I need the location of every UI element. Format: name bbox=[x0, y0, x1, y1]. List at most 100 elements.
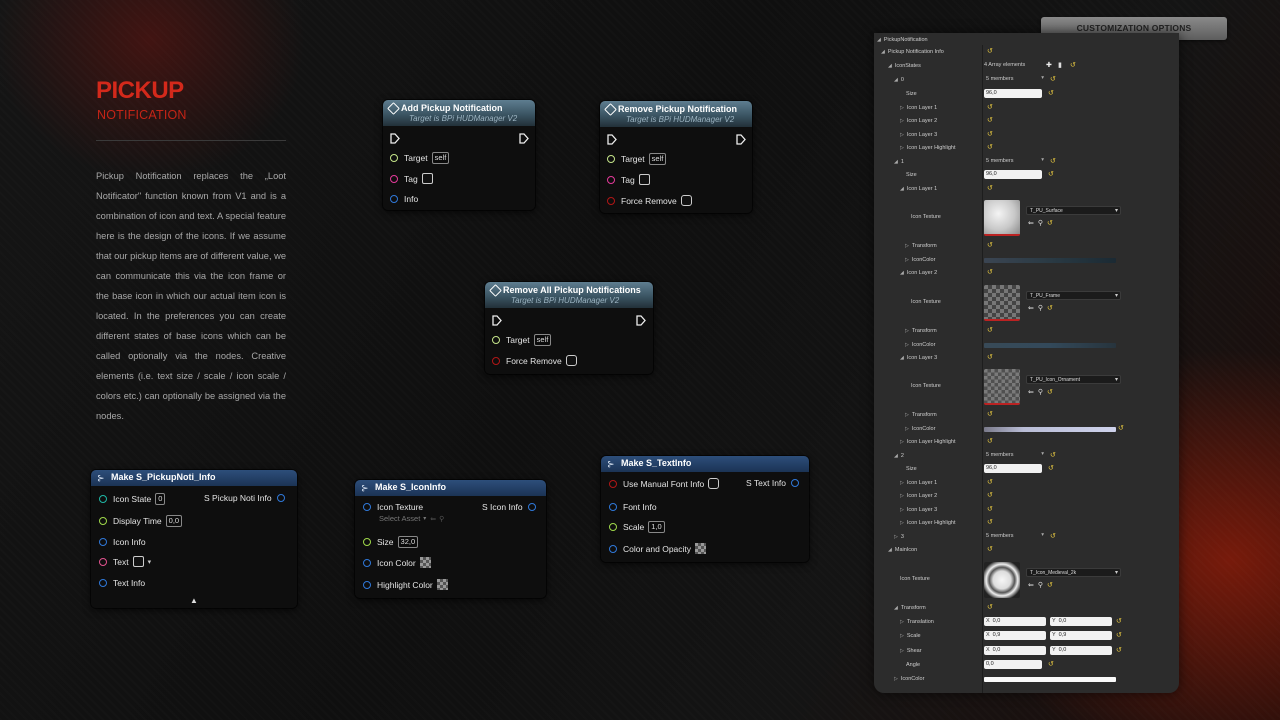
reset-arrow-icon[interactable]: ↺ bbox=[1118, 424, 1124, 432]
property-row-layer1[interactable]: ▷ Icon Layer 1 ↺ bbox=[874, 477, 1179, 490]
reset-arrow-icon[interactable]: ↺ bbox=[987, 116, 993, 124]
search-icon[interactable]: ⚲ bbox=[1038, 389, 1047, 396]
chevron-down-icon[interactable]: ▾ bbox=[148, 558, 152, 566]
collapse-arrow-icon[interactable]: ◢ bbox=[881, 49, 885, 55]
property-row-state-2[interactable]: ◢2 5 members ↺ bbox=[874, 450, 1179, 463]
collapse-arrow-icon[interactable]: ◢ bbox=[894, 605, 898, 611]
expand-arrow-icon[interactable]: ▷ bbox=[900, 105, 904, 111]
collapse-arrow-icon[interactable]: ◢ bbox=[894, 77, 898, 83]
property-row-layer3[interactable]: ◢ Icon Layer 3 ↺ bbox=[874, 352, 1179, 365]
force-remove-pin[interactable]: Force Remove bbox=[492, 355, 577, 366]
color-swatch[interactable] bbox=[419, 557, 431, 568]
color-bar[interactable] bbox=[984, 427, 1116, 432]
shear-x-input[interactable]: X 0,0 bbox=[984, 646, 1046, 655]
property-row-scale[interactable]: ▷ Scale X 0,9 Y 0,9 ↺ bbox=[874, 630, 1179, 643]
target-value[interactable]: self bbox=[431, 152, 450, 164]
property-row-iconstates[interactable]: ◢ IconStates 4 Array elements ✚ ▮ ↺ bbox=[874, 60, 1179, 73]
expand-arrow-icon[interactable]: ▷ bbox=[900, 132, 904, 138]
reset-arrow-icon[interactable]: ↺ bbox=[987, 437, 993, 445]
target-pin[interactable]: Target self bbox=[607, 153, 667, 165]
reset-arrow-icon[interactable]: ↺ bbox=[1050, 157, 1056, 165]
output-pin[interactable]: S Icon Info bbox=[482, 502, 536, 512]
texture-thumbnail[interactable] bbox=[984, 285, 1020, 321]
asset-tools[interactable]: ⇐⚲↺ bbox=[1028, 304, 1057, 312]
reset-arrow-icon[interactable]: ↺ bbox=[987, 241, 993, 249]
highlight-color-pin[interactable]: Highlight Color bbox=[363, 579, 448, 590]
text-input[interactable] bbox=[132, 556, 144, 567]
expand-arrow-icon[interactable]: ▷ bbox=[894, 676, 898, 682]
reset-arrow-icon[interactable]: ↺ bbox=[1048, 660, 1054, 668]
reset-arrow-icon[interactable]: ↺ bbox=[987, 505, 993, 513]
use-manual-font-pin[interactable]: Use Manual Font Info bbox=[609, 478, 720, 489]
reset-arrow-icon[interactable]: ↺ bbox=[987, 491, 993, 499]
node-make-icon-info[interactable]: ⊱ Make S_IconInfo Icon Texture S Icon In… bbox=[355, 480, 546, 598]
expand-arrow-icon[interactable]: ▷ bbox=[905, 257, 909, 263]
node-header[interactable]: Add Pickup Notification Target is BPi HU… bbox=[383, 100, 535, 126]
property-row-state-1[interactable]: ◢1 5 members ↺ bbox=[874, 156, 1179, 169]
reset-arrow-icon[interactable]: ↺ bbox=[1048, 464, 1054, 472]
collapse-arrow-icon[interactable]: ◢ bbox=[888, 63, 892, 69]
color-swatch[interactable] bbox=[436, 579, 448, 590]
property-row-translation[interactable]: ▷ Translation X 0,0 Y 0,0 ↺ bbox=[874, 616, 1179, 629]
icon-color-pin[interactable]: Icon Color bbox=[363, 557, 431, 568]
members-dropdown[interactable]: 5 members bbox=[984, 451, 1046, 460]
tag-input[interactable] bbox=[638, 174, 650, 185]
icon-info-pin[interactable]: Icon Info bbox=[99, 537, 146, 547]
text-info-pin[interactable]: Text Info bbox=[99, 578, 145, 588]
property-row-state-3[interactable]: ▷3 5 members ↺ bbox=[874, 531, 1179, 544]
node-header[interactable]: Remove All Pickup Notifications Target i… bbox=[485, 282, 653, 308]
property-row-size[interactable]: Size 96,0 ↺ bbox=[874, 169, 1179, 182]
reset-arrow-icon[interactable]: ↺ bbox=[987, 410, 993, 418]
select-asset-dropdown[interactable]: Select Asset ▾ ⇐ ⚲ bbox=[379, 514, 444, 523]
use-manual-font-checkbox[interactable] bbox=[708, 478, 720, 489]
size-input[interactable]: 96,0 bbox=[984, 464, 1042, 473]
tag-pin[interactable]: Tag bbox=[390, 173, 433, 184]
reset-arrow-icon[interactable]: ↺ bbox=[1048, 170, 1054, 178]
reset-arrow-icon[interactable]: ↺ bbox=[987, 518, 993, 526]
texture-thumbnail[interactable] bbox=[984, 562, 1020, 598]
translation-y-input[interactable]: Y 0,0 bbox=[1050, 617, 1112, 626]
exec-out-pin[interactable] bbox=[519, 133, 529, 144]
property-row-highlight[interactable]: ▷ Icon Layer Highlight ↺ bbox=[874, 436, 1179, 449]
reset-arrow-icon[interactable]: ↺ bbox=[987, 603, 993, 611]
node-remove-pickup-notification[interactable]: Remove Pickup Notification Target is BPi… bbox=[600, 101, 752, 213]
expand-arrow-icon[interactable]: ▷ bbox=[905, 328, 909, 334]
expand-arrow-icon[interactable]: ▷ bbox=[905, 243, 909, 249]
use-selected-icon[interactable]: ⇐ bbox=[1028, 389, 1038, 396]
size-pin[interactable]: Size 32,0 bbox=[363, 536, 419, 548]
collapse-arrow-icon[interactable]: ◢ bbox=[894, 159, 898, 165]
collapse-arrow-icon[interactable]: ◢ bbox=[888, 547, 892, 553]
node-make-pickup-noti-info[interactable]: ⊱ Make S_PickupNoti_Info Icon State 0 S … bbox=[91, 470, 297, 608]
target-value[interactable]: self bbox=[648, 153, 667, 165]
reset-arrow-icon[interactable]: ↺ bbox=[1116, 646, 1122, 654]
tag-pin[interactable]: Tag bbox=[607, 174, 650, 185]
text-pin[interactable]: Text ▾ bbox=[99, 556, 151, 567]
expand-arrow-icon[interactable]: ▲ bbox=[190, 596, 198, 605]
reset-arrow-icon[interactable]: ↺ bbox=[987, 184, 993, 192]
node-add-pickup-notification[interactable]: Add Pickup Notification Target is BPi HU… bbox=[383, 100, 535, 210]
reset-arrow-icon[interactable]: ↺ bbox=[987, 353, 993, 361]
expand-arrow-icon[interactable]: ▷ bbox=[900, 633, 904, 639]
display-time-pin[interactable]: Display Time 0,0 bbox=[99, 515, 183, 527]
property-row-layer1[interactable]: ▷ Icon Layer 1 ↺ bbox=[874, 102, 1179, 115]
texture-asset-dropdown[interactable]: T_PU_Surface bbox=[1026, 206, 1121, 215]
use-selected-icon[interactable]: ⇐ bbox=[1028, 305, 1038, 312]
property-row-layer3[interactable]: ▷ Icon Layer 3 ↺ bbox=[874, 129, 1179, 142]
reset-arrow-icon[interactable]: ↺ bbox=[1047, 305, 1057, 312]
texture-asset-dropdown[interactable]: T_PU_Icon_Ornament bbox=[1026, 375, 1121, 384]
property-row-transform[interactable]: ◢ Transform ↺ bbox=[874, 602, 1179, 615]
expand-arrow-icon[interactable]: ▷ bbox=[900, 507, 904, 513]
use-selected-icon[interactable]: ⇐ bbox=[1028, 220, 1038, 227]
target-pin[interactable]: Target self bbox=[492, 334, 552, 346]
add-element-icon[interactable]: ✚ bbox=[1046, 61, 1052, 69]
scale-value[interactable]: 1,0 bbox=[648, 521, 665, 533]
scale-x-input[interactable]: X 0,9 bbox=[984, 631, 1046, 640]
expand-arrow-icon[interactable]: ▷ bbox=[900, 493, 904, 499]
reset-arrow-icon[interactable]: ↺ bbox=[987, 326, 993, 334]
force-remove-checkbox[interactable] bbox=[565, 355, 577, 366]
collapse-arrow-icon[interactable]: ◢ bbox=[900, 186, 904, 192]
icon-texture-pin[interactable]: Icon Texture bbox=[363, 502, 423, 512]
reset-arrow-icon[interactable]: ↺ bbox=[987, 47, 993, 55]
reset-arrow-icon[interactable]: ↺ bbox=[987, 478, 993, 486]
search-icon[interactable]: ⚲ bbox=[1038, 305, 1047, 312]
